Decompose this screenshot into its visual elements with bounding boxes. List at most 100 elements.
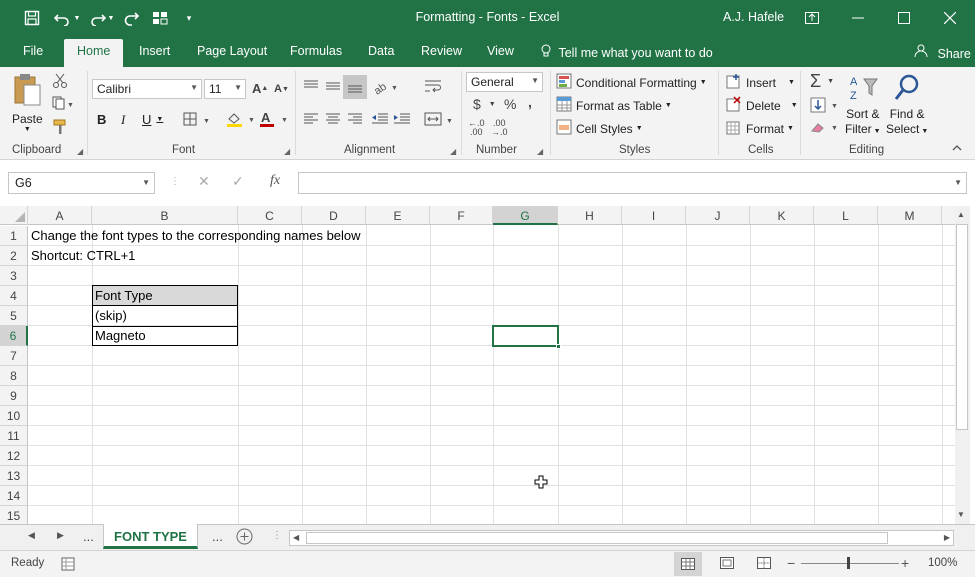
row-header-13[interactable]: 13: [0, 466, 28, 486]
format-as-table-button[interactable]: Format as Table ▼: [556, 96, 672, 115]
cut-icon[interactable]: [52, 73, 68, 89]
zoom-level[interactable]: 100%: [928, 557, 957, 569]
underline-icon[interactable]: U ▼: [142, 112, 163, 127]
row-header-7[interactable]: 7: [0, 346, 28, 366]
cell-a2[interactable]: Shortcut: CTRL+1: [31, 248, 135, 263]
middle-align-icon[interactable]: [325, 79, 341, 93]
maximize-icon[interactable]: [882, 4, 926, 32]
close-icon[interactable]: [928, 4, 972, 32]
alignment-launcher-icon[interactable]: ◢: [450, 147, 456, 156]
more-sheets-left[interactable]: ...: [83, 529, 94, 544]
align-right-icon[interactable]: [347, 112, 363, 126]
align-left-icon[interactable]: [303, 112, 319, 126]
decrease-indent-icon[interactable]: [371, 112, 389, 126]
autosum-icon[interactable]: Σ ▼: [810, 71, 834, 92]
percent-icon[interactable]: %: [504, 96, 516, 112]
row-header-9[interactable]: 9: [0, 386, 28, 406]
font-size-select[interactable]: 11 ▼: [204, 79, 246, 99]
row-header-3[interactable]: 3: [0, 266, 28, 286]
vertical-scrollbar[interactable]: ▲ ▼: [955, 206, 970, 524]
row-header-1[interactable]: 1: [0, 226, 28, 246]
zoom-out-icon[interactable]: −: [787, 555, 795, 571]
align-center-icon[interactable]: [325, 112, 341, 126]
column-header-f[interactable]: F: [430, 206, 493, 225]
row-header-2[interactable]: 2: [0, 246, 28, 266]
column-header-a[interactable]: A: [28, 206, 92, 225]
number-launcher-icon[interactable]: ◢: [537, 147, 543, 156]
delete-cells-button[interactable]: Delete ▼: [726, 96, 798, 115]
more-sheets-right[interactable]: ...: [212, 529, 223, 544]
normal-view-icon[interactable]: [674, 552, 702, 576]
row-header-5[interactable]: 5: [0, 306, 28, 326]
column-header-n[interactable]: [942, 206, 955, 225]
row-header-8[interactable]: 8: [0, 366, 28, 386]
wrap-text-icon[interactable]: [424, 79, 442, 95]
column-header-i[interactable]: I: [622, 206, 686, 225]
font-launcher-icon[interactable]: ◢: [284, 147, 290, 156]
row-header-6[interactable]: 6: [0, 326, 28, 346]
column-header-e[interactable]: E: [366, 206, 430, 225]
row-header-11[interactable]: 11: [0, 426, 28, 446]
column-header-j[interactable]: J: [686, 206, 750, 225]
tab-page-layout[interactable]: Page Layout: [197, 44, 267, 58]
insert-function-icon[interactable]: fx: [270, 173, 280, 189]
find-select-button[interactable]: Find & Select ▼: [886, 73, 928, 139]
user-name[interactable]: A.J. Hafele: [723, 10, 784, 24]
paste-button[interactable]: Paste ▼: [12, 73, 43, 133]
scroll-up-icon[interactable]: ▲: [957, 210, 965, 219]
number-format-select[interactable]: General ▼: [466, 72, 543, 92]
add-sheet-icon[interactable]: [236, 528, 253, 548]
conditional-formatting-button[interactable]: Conditional Formatting ▼: [556, 73, 707, 92]
row-header-15[interactable]: 15: [0, 506, 28, 524]
page-break-view-icon[interactable]: [757, 557, 771, 572]
select-all-corner[interactable]: [0, 206, 28, 225]
column-header-c[interactable]: C: [238, 206, 302, 225]
clear-icon[interactable]: ▼: [810, 120, 840, 134]
font-color-icon[interactable]: A ▼: [259, 111, 289, 127]
zoom-slider[interactable]: [801, 557, 899, 569]
cell-a1[interactable]: Change the font types to the correspondi…: [31, 228, 361, 243]
tab-insert[interactable]: Insert: [139, 44, 170, 58]
row-header-4[interactable]: 4: [0, 286, 28, 306]
column-header-b[interactable]: B: [92, 206, 238, 225]
borders-icon[interactable]: ▼: [183, 112, 211, 126]
top-align-icon[interactable]: [303, 79, 319, 93]
decrease-font-icon[interactable]: A ▼: [274, 83, 289, 95]
split-handle-icon[interactable]: ⋮: [272, 530, 282, 541]
expand-formula-icon[interactable]: ▼: [954, 178, 962, 187]
horizontal-scrollbar[interactable]: ◀ ▶: [289, 530, 954, 546]
share-button[interactable]: Share: [914, 44, 971, 61]
row-header-10[interactable]: 10: [0, 406, 28, 426]
merge-center-icon[interactable]: ▼: [424, 112, 454, 126]
bold-icon[interactable]: B: [97, 112, 106, 127]
sort-filter-button[interactable]: AZ Sort & Filter ▼: [845, 73, 881, 139]
row-header-12[interactable]: 12: [0, 446, 28, 466]
italic-icon[interactable]: I: [121, 112, 125, 128]
zoom-in-icon[interactable]: +: [901, 555, 909, 571]
tab-view[interactable]: View: [487, 44, 514, 58]
cell-b4[interactable]: Font Type: [95, 288, 153, 303]
row-header-14[interactable]: 14: [0, 486, 28, 506]
bottom-align-icon[interactable]: [343, 75, 367, 99]
tab-data[interactable]: Data: [368, 44, 394, 58]
tab-file[interactable]: File: [23, 44, 43, 58]
scroll-right-icon[interactable]: ▶: [944, 533, 950, 542]
format-painter-icon[interactable]: [52, 119, 68, 135]
increase-font-icon[interactable]: A ▲: [252, 81, 268, 96]
column-header-d[interactable]: D: [302, 206, 366, 225]
font-name-select[interactable]: Calibri ▼: [92, 79, 202, 99]
column-header-k[interactable]: K: [750, 206, 814, 225]
accounting-format-icon[interactable]: $ ▼: [473, 96, 496, 112]
fill-color-icon[interactable]: ▼: [226, 111, 256, 127]
macro-record-icon[interactable]: [61, 557, 75, 574]
vertical-scroll-thumb[interactable]: [956, 224, 968, 430]
tab-review[interactable]: Review: [421, 44, 462, 58]
minimize-icon[interactable]: [836, 4, 880, 32]
comma-style-icon[interactable]: ,: [528, 94, 532, 110]
page-layout-view-icon[interactable]: [720, 557, 734, 572]
collapse-ribbon-icon[interactable]: [952, 145, 962, 151]
tell-me-box[interactable]: Tell me what you want to do: [541, 44, 713, 60]
clipboard-launcher-icon[interactable]: ◢: [77, 147, 83, 156]
prev-sheet-icon[interactable]: ◀: [28, 530, 35, 541]
scroll-down-icon[interactable]: ▼: [957, 510, 965, 519]
